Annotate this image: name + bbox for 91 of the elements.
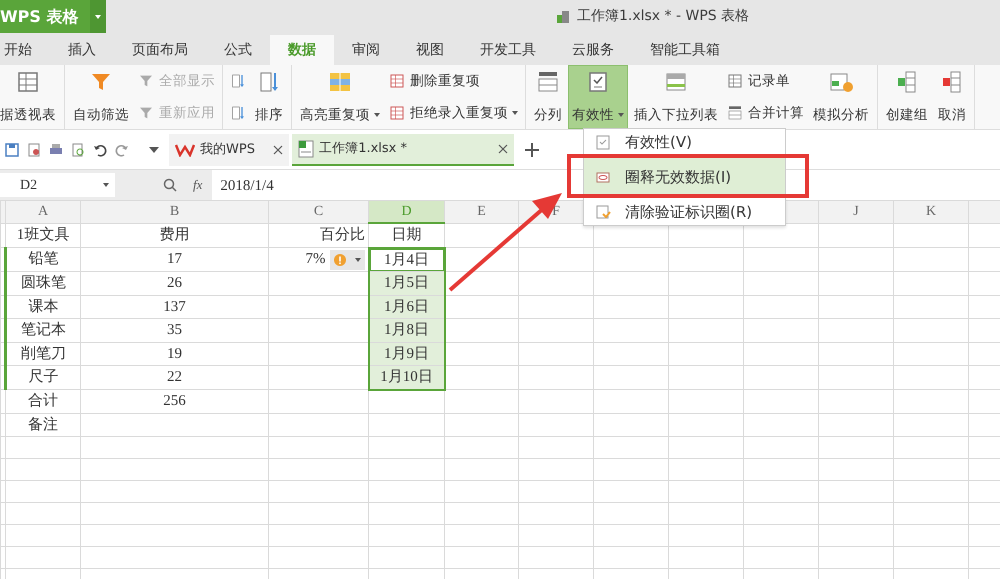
funnel-icon	[138, 105, 154, 121]
window-title: 工作簿1.xlsx * - WPS 表格	[576, 7, 750, 26]
table-cell: 137	[163, 298, 186, 314]
table-cell: 1月10日	[380, 369, 433, 385]
document-tab[interactable]: 我的WPS	[169, 134, 289, 166]
table-icon	[389, 73, 405, 89]
zoom-icon[interactable]	[163, 178, 177, 192]
save-icon[interactable]	[4, 142, 20, 158]
ribbon-button[interactable]: 分列	[530, 65, 566, 129]
ribbon-button[interactable]: 创建组	[882, 65, 932, 129]
menu-item[interactable]: 圈释无效数据(I)	[583, 158, 786, 194]
table-cell: 百分比	[320, 227, 365, 243]
table-cell: 课本	[28, 298, 58, 314]
preview-icon[interactable]	[70, 142, 86, 158]
redo-icon[interactable]	[114, 142, 130, 158]
circled-table-icon	[596, 170, 611, 184]
table-icon	[16, 70, 40, 94]
table-icon	[727, 73, 743, 89]
ribbon-tab[interactable]: 开发工具	[462, 35, 554, 65]
table-cell: 7%	[306, 251, 326, 268]
ribbon-button[interactable]: 排序	[251, 65, 287, 129]
table-icon	[389, 105, 405, 121]
ribbon-button[interactable]: 自动筛选	[69, 65, 133, 129]
ribbon-tab[interactable]: 开始	[0, 35, 50, 65]
zigzag-logo-icon	[175, 143, 195, 157]
column-header[interactable]: K	[894, 200, 968, 223]
table-cell: 17	[167, 251, 182, 268]
table-cell: 1月5日	[384, 275, 429, 291]
sort-icon	[230, 73, 246, 89]
function-button[interactable]: fx	[193, 175, 202, 195]
ribbon-tab[interactable]: 公式	[206, 35, 270, 65]
close-icon[interactable]	[272, 145, 283, 155]
table-cell: 1月6日	[384, 298, 429, 314]
sort-icon	[230, 105, 246, 121]
table-cell: 笔记本	[21, 322, 66, 338]
ribbon-button[interactable]: 记录单	[724, 68, 807, 94]
table-cell: 1月8日	[384, 322, 429, 338]
menu-item[interactable]: 清除验证标识圈(R)	[583, 198, 786, 226]
table-cell: 1班文具	[16, 227, 70, 243]
spreadsheet-icon	[298, 140, 314, 158]
ribbon-tab[interactable]: 智能工具箱	[632, 35, 738, 65]
menu-item[interactable]: 有效性(V)	[583, 128, 786, 154]
checklist-icon	[596, 205, 611, 220]
ribbon-tab[interactable]: 审阅	[334, 35, 398, 65]
table-cell: 费用	[160, 227, 190, 243]
table-cell: 备注	[28, 416, 58, 432]
funnel-icon	[138, 73, 154, 89]
warning-icon	[334, 254, 346, 266]
document-tab[interactable]: 工作簿1.xlsx *	[292, 134, 514, 166]
name-box[interactable]: D2	[0, 173, 115, 197]
ribbon-button[interactable]: 据透视表	[0, 65, 60, 129]
table-cell: 合计	[28, 393, 58, 409]
table-cell: 日期	[392, 227, 422, 243]
dropdown-button[interactable]	[90, 0, 106, 33]
table-cell: 256	[163, 393, 186, 409]
table-cell: 22	[167, 369, 182, 386]
checklist-icon	[596, 135, 611, 150]
ribbon-button[interactable]: 模拟分析	[809, 65, 873, 129]
ribbon-button[interactable]: 拒绝录入重复项	[386, 100, 521, 126]
table-cell: 削笔刀	[21, 346, 66, 362]
ribbon-button[interactable]: 高亮重复项	[296, 65, 384, 129]
column-header[interactable]: A	[6, 200, 80, 223]
add-tab-icon[interactable]	[524, 142, 540, 158]
table-cell: 铅笔	[28, 251, 58, 268]
ribbon-tab[interactable]: 视图	[398, 35, 462, 65]
table-cell: 26	[167, 275, 182, 291]
table-cell: 1月4日	[384, 252, 429, 268]
columns-icon	[536, 70, 560, 94]
ribbon-button[interactable]: 合并计算	[724, 100, 807, 126]
export-icon[interactable]	[26, 142, 42, 158]
table-cell: 尺子	[28, 369, 58, 386]
table-cell: 19	[167, 346, 182, 362]
column-header[interactable]: C	[268, 200, 368, 223]
ribbon-button[interactable]: 取消	[934, 65, 970, 129]
ribbon-button[interactable]: 有效性	[568, 65, 628, 129]
ribbon-button[interactable]: 删除重复项	[386, 68, 521, 94]
undo-icon[interactable]	[92, 142, 108, 158]
workbook-icon	[556, 10, 570, 24]
ribbon-tab[interactable]: 云服务	[554, 35, 632, 65]
ribbon-tab[interactable]: 插入	[50, 35, 114, 65]
column-header[interactable]: B	[80, 200, 268, 223]
column-header[interactable]: J	[818, 200, 894, 223]
close-icon[interactable]	[498, 144, 508, 154]
ribbon-tab[interactable]: 页面布局	[114, 35, 206, 65]
table-icon	[328, 70, 352, 94]
table-cell: 35	[167, 322, 182, 338]
table-cell: 1月9日	[384, 346, 429, 362]
table-cell: 圆珠笔	[21, 275, 66, 291]
column-header[interactable]: E	[444, 200, 518, 223]
merge-icon	[727, 105, 743, 121]
caret-icon[interactable]	[149, 147, 159, 153]
